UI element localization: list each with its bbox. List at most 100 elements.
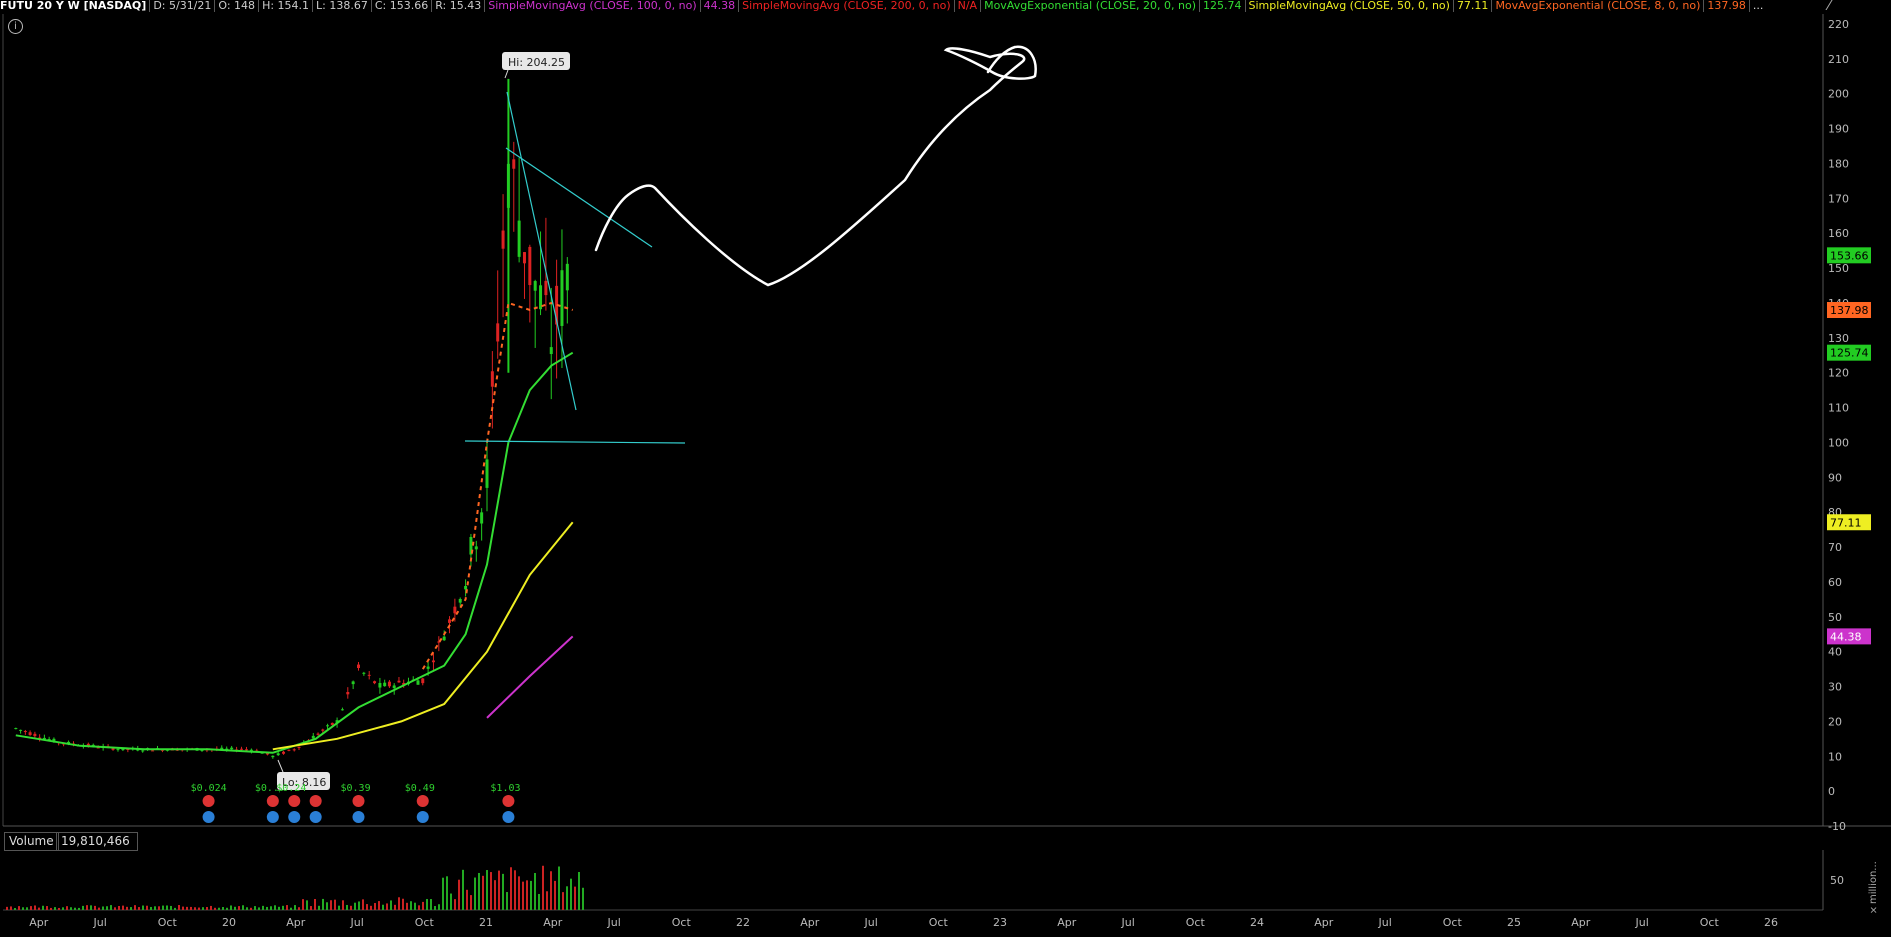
volume-bar <box>458 879 460 910</box>
volume-bar <box>58 907 60 910</box>
dividend-icon[interactable] <box>416 811 429 823</box>
candle-body <box>387 681 391 687</box>
candle-body <box>141 750 145 752</box>
volume-bar <box>534 872 536 910</box>
earnings-icon[interactable] <box>352 795 365 807</box>
volume-bar <box>162 905 164 910</box>
time-tick-label: Oct <box>1186 916 1206 929</box>
dividend-label: $0.24 <box>276 783 306 794</box>
candle-body <box>28 732 32 735</box>
candle-body <box>383 682 387 687</box>
time-tick-label: Oct <box>415 916 435 929</box>
volume-bar <box>562 892 564 910</box>
candle-body <box>367 674 371 676</box>
dividend-icon[interactable] <box>352 811 365 823</box>
candle-body <box>397 680 401 683</box>
price-tick-label: 90 <box>1828 471 1842 484</box>
volume-bar <box>214 907 216 910</box>
candle-body <box>116 749 120 751</box>
time-tick-label: Jul <box>350 916 364 929</box>
candle-body <box>549 347 553 355</box>
price-tick-label: 100 <box>1828 436 1849 449</box>
volume-bar <box>514 870 516 910</box>
price-tick-label: 180 <box>1828 157 1849 170</box>
volume-bar <box>466 889 468 910</box>
volume-bar <box>490 872 492 910</box>
candle-body <box>19 729 23 731</box>
dividend-icon[interactable] <box>266 811 279 823</box>
dividend-icon[interactable] <box>288 811 301 823</box>
time-tick-label: Oct <box>1700 916 1720 929</box>
candle-body <box>346 692 350 695</box>
candle-body <box>33 733 37 737</box>
time-tick-label: 24 <box>1250 916 1264 929</box>
earnings-icon[interactable] <box>288 795 301 807</box>
candle-body <box>351 681 355 685</box>
volume-bar <box>446 876 448 910</box>
dividend-icon[interactable] <box>309 811 322 823</box>
volume-bar <box>246 907 248 910</box>
trendline-upper[interactable] <box>505 147 653 248</box>
volume-bar <box>138 907 140 910</box>
volume-bar <box>166 905 168 910</box>
candle-body <box>458 598 462 603</box>
candle-body <box>416 680 420 685</box>
volume-bar <box>366 904 368 910</box>
candle-body <box>522 252 526 264</box>
time-tick-label: 23 <box>993 916 1007 929</box>
earnings-icon[interactable] <box>266 795 279 807</box>
volume-bar <box>66 906 68 910</box>
volume-bar <box>538 893 540 910</box>
earnings-icon[interactable] <box>309 795 322 807</box>
volume-bar <box>346 904 348 910</box>
dividends-layer: $0.024 $0...$0.24 $0.39 $0.49 $1.03 <box>191 783 521 823</box>
volume-bar <box>582 887 584 910</box>
candle-body <box>362 672 366 674</box>
freehand-projection[interactable] <box>594 45 1037 287</box>
volume-bar <box>474 877 476 910</box>
candle-body <box>501 230 505 249</box>
moving-average-line <box>15 351 574 754</box>
volume-bar <box>330 900 332 910</box>
price-tick-label: 60 <box>1828 576 1842 589</box>
volume-bar <box>326 902 328 910</box>
volume-bar <box>34 905 36 910</box>
high-callout-label: Hi: 204.25 <box>508 56 565 69</box>
candle-body <box>421 678 425 684</box>
candle-body <box>512 159 516 169</box>
trendline-wedge[interactable] <box>506 91 577 411</box>
time-tick-label: Jul <box>607 916 621 929</box>
time-tick-label: Apr <box>1571 916 1591 929</box>
time-tick-label: 25 <box>1507 916 1521 929</box>
price-tag-label: 125.74 <box>1830 347 1869 360</box>
earnings-icon[interactable] <box>416 795 429 807</box>
volume-bar <box>114 907 116 910</box>
candle-body <box>276 753 280 756</box>
volume-bar <box>134 905 136 910</box>
volume-bar <box>254 906 256 910</box>
earnings-icon[interactable] <box>502 795 515 807</box>
volume-bar <box>174 907 176 910</box>
earnings-icon[interactable] <box>202 795 215 807</box>
candle-body <box>392 685 396 689</box>
candle-body <box>517 220 521 257</box>
support-line[interactable] <box>464 440 686 444</box>
time-tick-label: 20 <box>222 916 236 929</box>
volume-bar <box>338 905 340 910</box>
volume-bar <box>470 895 472 910</box>
volume-bar <box>430 899 432 910</box>
price-chart[interactable]: -100102030405060708090100110120130140150… <box>0 0 1891 937</box>
volume-bar <box>422 901 424 910</box>
volume-bar <box>498 870 500 910</box>
volume-bar <box>78 907 80 910</box>
dividend-icon[interactable] <box>202 811 215 823</box>
volume-bar <box>334 899 336 910</box>
volume-label[interactable]: Volume <box>4 832 59 851</box>
dividend-icon[interactable] <box>502 811 515 823</box>
volume-bar <box>310 906 312 910</box>
volume-bar <box>258 907 260 910</box>
volume-bar <box>306 900 308 910</box>
dividend-label: $0.49 <box>405 783 435 794</box>
volume-bar <box>126 906 128 910</box>
volume-bar <box>478 872 480 910</box>
